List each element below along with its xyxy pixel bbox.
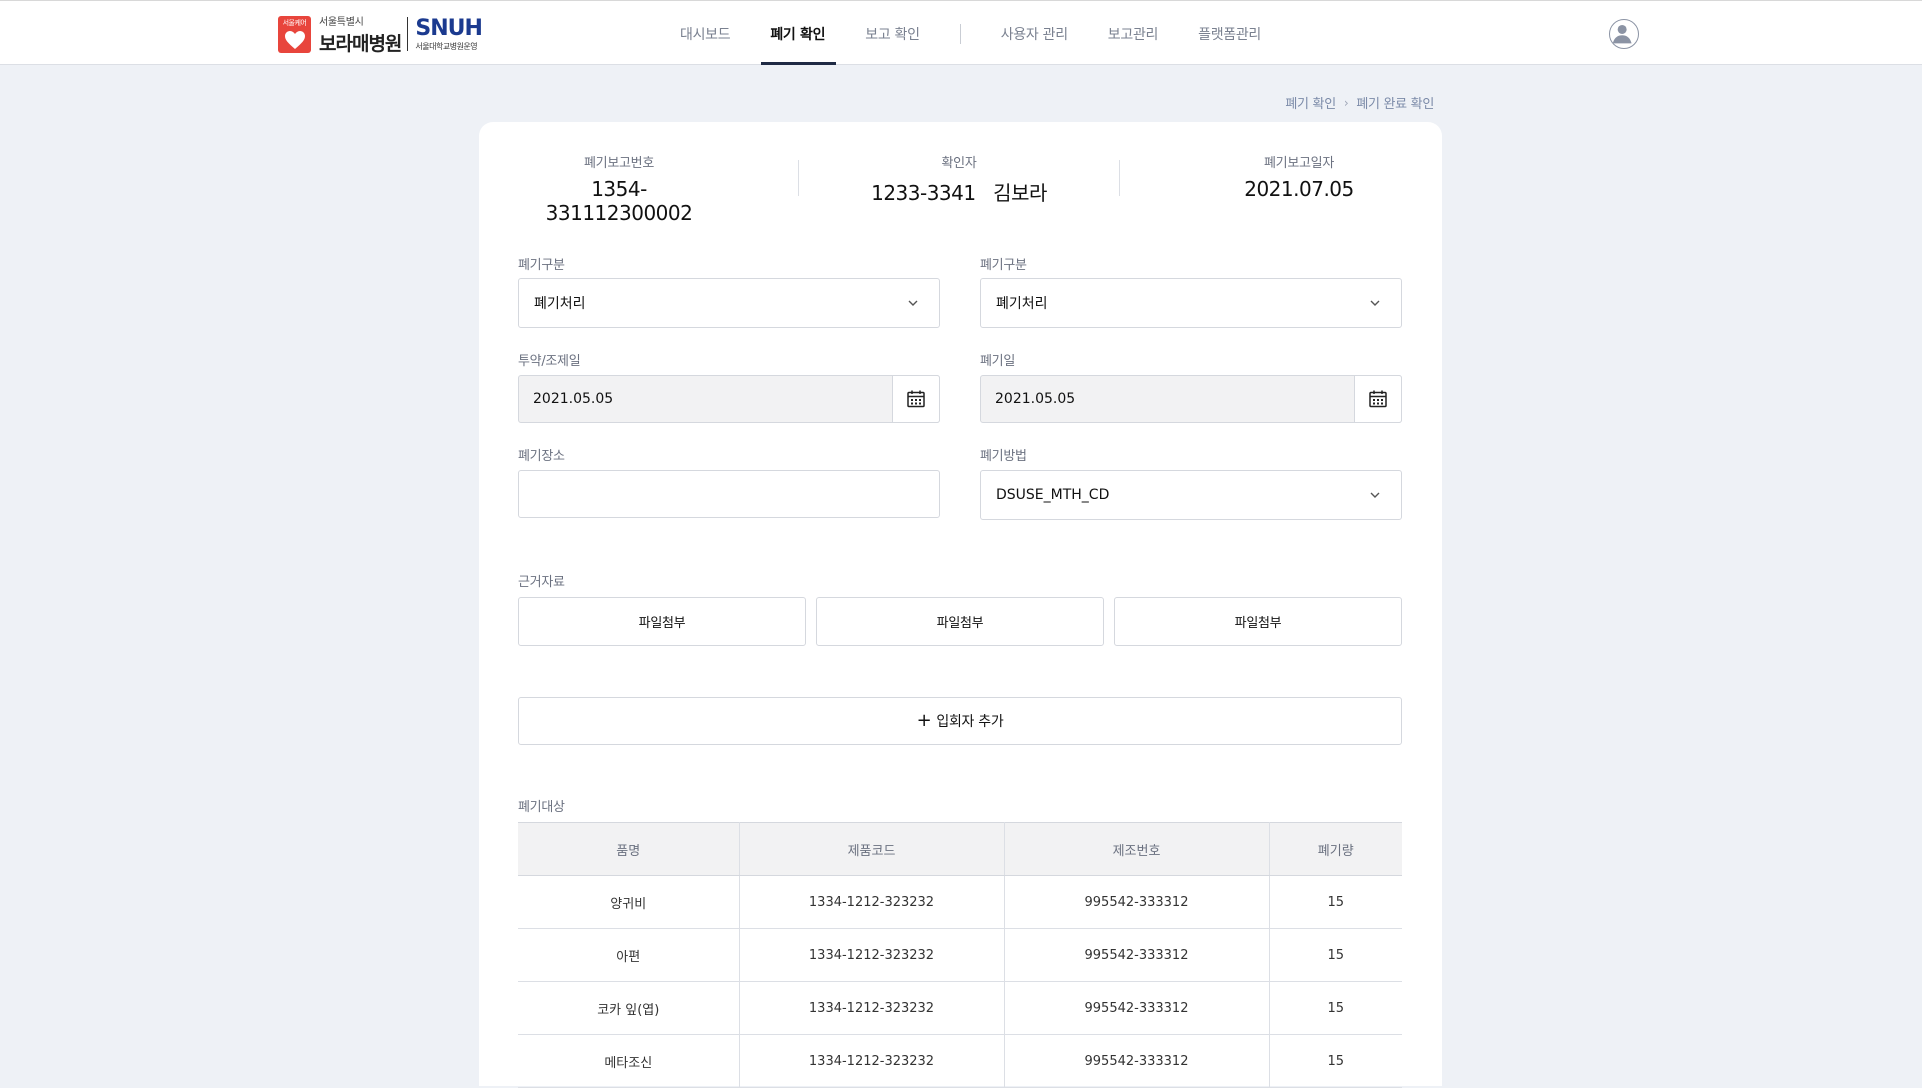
cell-product-name: 아편 xyxy=(518,928,740,982)
table-row[interactable]: 메타조신 1334-1212-323232 995542-333312 15 xyxy=(518,1034,1402,1088)
disposal-type-select-2[interactable]: 폐기처리 xyxy=(980,278,1402,328)
cell-lot-number: 995542-333312 xyxy=(1004,1034,1270,1088)
dose-date-value: 2021.05.05 xyxy=(533,391,614,407)
column-header-quantity: 폐기량 xyxy=(1269,822,1402,876)
table-row[interactable]: 아편 1334-1212-323232 995542-333312 15 xyxy=(518,928,1402,982)
disposal-type-value: 폐기처리 xyxy=(534,296,586,312)
cell-product-code: 1334-1212-323232 xyxy=(739,981,1005,1035)
disposal-method-select[interactable]: DSUSE_MTH_CD xyxy=(980,470,1402,520)
cell-product-name: 코카 잎(엽) xyxy=(518,981,740,1035)
cell-product-code: 1334-1212-323232 xyxy=(739,875,1005,929)
disposal-detail-card: 폐기보고번호 1354-331112300002 확인자 1233-3341 김… xyxy=(479,122,1442,1088)
report-number-label: 폐기보고번호 xyxy=(584,156,654,171)
report-summary: 폐기보고번호 1354-331112300002 확인자 1233-3341 김… xyxy=(479,152,1442,225)
nav-disposal-check[interactable]: 폐기 확인 xyxy=(750,1,845,66)
report-number-value: 1354-331112300002 xyxy=(545,177,693,225)
snuh-logo-text: SNUH xyxy=(415,15,483,41)
cell-quantity: 15 xyxy=(1269,981,1402,1035)
file-attach-button-3[interactable]: 파일첨부 xyxy=(1114,597,1402,646)
disposal-method-value: DSUSE_MTH_CD xyxy=(996,487,1110,503)
column-header-product-name: 품명 xyxy=(518,822,740,876)
dose-date-label: 투약/조제일 xyxy=(518,354,581,369)
chevron-right-icon: › xyxy=(1343,95,1349,110)
file-attach-button-2[interactable]: 파일첨부 xyxy=(816,597,1104,646)
file-attach-button-1[interactable]: 파일첨부 xyxy=(518,597,806,646)
nav-report-check[interactable]: 보고 확인 xyxy=(845,1,939,66)
logo-subtitle: 서울특별시 xyxy=(319,16,364,28)
nav-platform-management[interactable]: 플랫폼관리 xyxy=(1178,1,1281,66)
logo-badge-icon: 서울케어 xyxy=(278,15,311,53)
cell-product-name: 양귀비 xyxy=(518,875,740,929)
cell-lot-number: 995542-333312 xyxy=(1004,928,1270,982)
column-header-product-code: 제품코드 xyxy=(739,822,1005,876)
table-header-row: 품명 제품코드 제조번호 폐기량 xyxy=(518,822,1402,876)
cell-quantity: 15 xyxy=(1269,928,1402,982)
summary-divider xyxy=(798,160,799,196)
chevron-down-icon xyxy=(908,300,918,306)
add-witness-button[interactable]: + 입회자 추가 xyxy=(518,697,1402,745)
logo-badge-text: 서울케어 xyxy=(282,18,307,27)
table-row[interactable]: 양귀비 1334-1212-323232 995542-333312 15 xyxy=(518,875,1402,929)
column-header-lot-number: 제조번호 xyxy=(1004,822,1270,876)
plus-icon: + xyxy=(916,710,932,731)
disposal-date-value: 2021.05.05 xyxy=(995,391,1076,407)
nav-user-management[interactable]: 사용자 관리 xyxy=(981,1,1088,66)
calendar-button[interactable] xyxy=(1354,375,1402,423)
dose-date-field[interactable]: 2021.05.05 xyxy=(518,375,940,423)
table-row[interactable]: 코카 잎(엽) 1334-1212-323232 995542-333312 1… xyxy=(518,981,1402,1035)
disposal-place-input[interactable] xyxy=(518,470,940,518)
chevron-down-icon xyxy=(1370,492,1380,498)
cell-product-name: 메타조신 xyxy=(518,1034,740,1088)
breadcrumb: 폐기 확인 › 폐기 완료 확인 xyxy=(1285,93,1434,113)
confirmer-value: 1233-3341 김보라 xyxy=(871,181,1047,205)
user-avatar-icon[interactable] xyxy=(1609,19,1639,49)
cell-lot-number: 995542-333312 xyxy=(1004,981,1270,1035)
breadcrumb-item-disposal-complete: 폐기 완료 확인 xyxy=(1356,97,1434,112)
main-nav: 대시보드 폐기 확인 보고 확인 사용자 관리 보고관리 플랫폼관리 xyxy=(660,1,1281,66)
logo-title: 보라매병원 xyxy=(319,32,402,55)
top-header: 서울케어 서울특별시 보라매병원 SNUH 서울대학교병원운영 대시보드 폐기 … xyxy=(0,0,1922,65)
cell-quantity: 15 xyxy=(1269,875,1402,929)
nav-dashboard[interactable]: 대시보드 xyxy=(660,1,750,66)
heart-icon xyxy=(284,30,305,49)
disposal-date-label: 폐기일 xyxy=(980,354,1015,369)
disposal-targets-table: 품명 제품코드 제조번호 폐기량 양귀비 1334-1212-323232 99… xyxy=(518,822,1402,1088)
report-date-value: 2021.07.05 xyxy=(1244,177,1354,201)
cell-quantity: 15 xyxy=(1269,1034,1402,1088)
add-witness-label: 입회자 추가 xyxy=(936,714,1004,730)
calendar-icon xyxy=(907,390,925,408)
snuh-logo-subtitle: 서울대학교병원운영 xyxy=(415,41,478,51)
nav-report-management[interactable]: 보고관리 xyxy=(1088,1,1178,66)
cell-lot-number: 995542-333312 xyxy=(1004,875,1270,929)
disposal-method-label: 폐기방법 xyxy=(980,449,1027,464)
calendar-button[interactable] xyxy=(892,375,940,423)
disposal-date-field[interactable]: 2021.05.05 xyxy=(980,375,1402,423)
disposal-type-label: 폐기구분 xyxy=(518,258,565,273)
cell-product-code: 1334-1212-323232 xyxy=(739,1034,1005,1088)
confirmer-label: 확인자 xyxy=(941,156,977,171)
hospital-logo[interactable]: 서울케어 서울특별시 보라매병원 SNUH 서울대학교병원운영 xyxy=(278,13,483,55)
report-date-label: 폐기보고일자 xyxy=(1264,156,1334,171)
cell-product-code: 1334-1212-323232 xyxy=(739,928,1005,982)
disposal-type-select[interactable]: 폐기처리 xyxy=(518,278,940,328)
disposal-place-label: 폐기장소 xyxy=(518,449,565,464)
disposal-type-value-2: 폐기처리 xyxy=(996,296,1048,312)
active-tab-indicator xyxy=(761,62,836,65)
disposal-type-label-2: 폐기구분 xyxy=(980,258,1027,273)
breadcrumb-item-disposal-check[interactable]: 폐기 확인 xyxy=(1285,93,1336,112)
chevron-down-icon xyxy=(1370,300,1380,306)
disposal-targets-label: 폐기대상 xyxy=(518,800,565,815)
summary-divider xyxy=(1119,160,1120,196)
logo-divider xyxy=(407,17,409,51)
nav-divider xyxy=(959,23,961,44)
calendar-icon xyxy=(1369,390,1387,408)
evidence-label: 근거자료 xyxy=(518,575,565,590)
